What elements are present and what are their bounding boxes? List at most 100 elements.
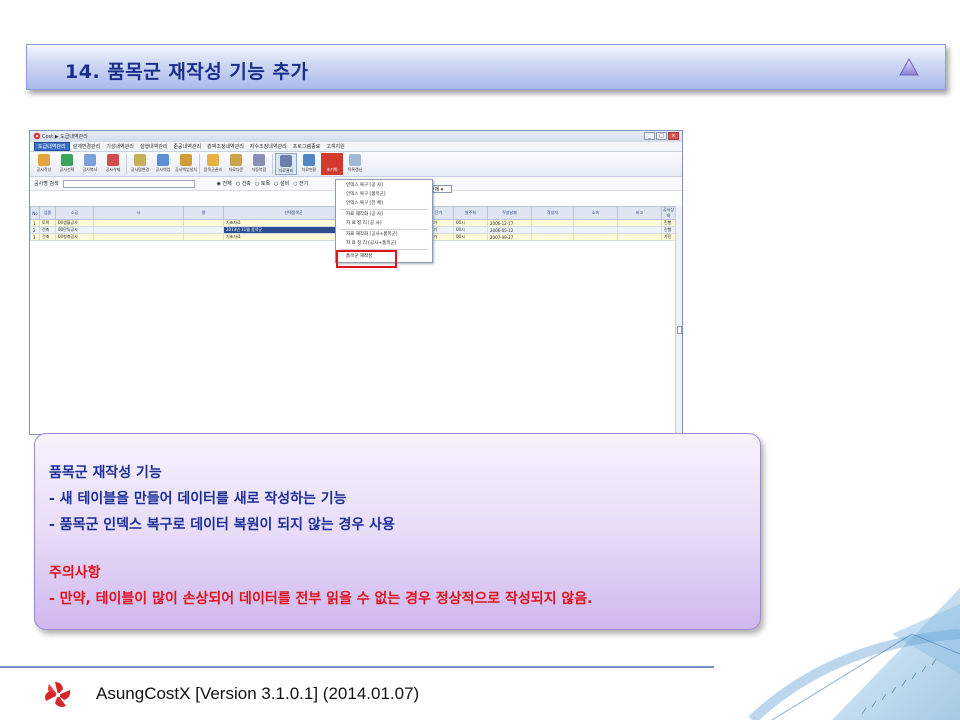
grid-header-11[interactable]: 소속 [573,206,618,220]
toolbar-button-10[interactable]: 자료관리 [275,153,297,175]
toolbar-button-6[interactable]: 공사백업설치 [175,153,197,175]
dropdown-item-0[interactable]: 인덱스 복구 [공 사] [346,182,383,188]
footer-divider [0,666,714,668]
cell-client: 00시 [453,219,488,227]
cell-empty [93,233,184,241]
toolbar-icon-11 [303,154,315,166]
menu-item-2[interactable]: 기성내역관리 [103,143,137,150]
toolbar-icon-2 [84,154,96,166]
grid-scrollbar[interactable] [675,206,682,434]
radio-2[interactable]: ○ 토목 [255,180,270,187]
toolbar-button-13[interactable]: 목록갱신 [344,153,366,175]
cell-date: 2007-09-27 [487,233,532,241]
cell-type: 토목 [39,219,56,227]
cell-empty [617,226,662,234]
toolbar-label-4: 공사명변경 [130,167,150,172]
toolbar-icon-12 [326,154,338,166]
cell-date: 2006-05-12 [487,226,532,234]
toolbar-button-3[interactable]: 공사삭제 [102,153,124,175]
toolbar-icon-5 [157,154,169,166]
dropdown-item-4[interactable]: 자 료 정 리 [공 사] [346,220,382,226]
toolbar-button-7[interactable]: 품목군관리 [202,153,224,175]
menu-item-8[interactable]: 고객지원 [323,143,347,150]
search-input[interactable] [62,179,195,188]
dropdown-item-2[interactable]: 인덱스 복구 [전 체] [346,200,383,206]
toolbar-icon-0 [38,154,50,166]
toolbar-label-5: 공사백업 [155,167,171,172]
footer-version-text: AsungCostX [Version 3.1.0.1] (2014.01.07… [96,684,420,703]
cell-empty [183,226,224,234]
caution-heading: 주의사항 [49,565,101,581]
radio-3[interactable]: ○ 설비 [274,180,289,187]
menu-item-1[interactable]: 설계변경관리 [70,143,104,150]
slide-title-bar: 14. 품목군 재작성 기능 추가 [26,44,946,90]
grid-header-13[interactable]: 공사상태 [661,206,676,220]
toolbar-label-7: 품목군관리 [203,167,223,172]
toolbar-button-9[interactable]: 자동복합 [248,153,270,175]
cell-empty [617,219,662,227]
toolbar-button-8[interactable]: 자료다운 [225,153,247,175]
note-line-2: - 품목군 인덱스 복구로 데이터 복원이 되지 않는 경우 사용 [49,517,395,533]
toolbar-label-6: 공사백업설치 [174,167,198,172]
toolbar-button-2[interactable]: 공사복사 [79,153,101,175]
grid-header-1[interactable]: 업종 [39,206,56,220]
menu-item-0[interactable]: 도급내역관리 [34,142,70,151]
triangle-up-icon[interactable] [899,58,919,76]
radio-4[interactable]: ○ 전기 [293,180,308,187]
cell-empty [573,219,618,227]
grid-header-12[interactable]: 비고 [617,206,662,220]
grid-header-8[interactable]: 발주처 [453,206,488,220]
dropdown-separator [340,209,428,210]
dropdown-item-5[interactable]: 자료 재작화 [공사+품목군] [346,231,398,237]
menu-bar: 도급내역관리 설계변경관리 기성내역관리 실행내역관리 준공내역관리 총액조정내역관리 자수… [30,142,682,152]
grid-header-2[interactable]: 소공 [55,206,94,220]
menu-item-5[interactable]: 총액조정내역관리 [204,143,247,150]
dropdown-item-1[interactable]: 인덱스 복구 [품목군] [346,191,386,197]
toolbar-label-10: 자료관리 [278,168,294,173]
toolbar-label-2: 공사복사 [82,167,98,172]
toolbar-icon-8 [230,154,242,166]
minimize-button[interactable]: _ [644,132,655,140]
toolbar-button-0[interactable]: 공사작성 [33,153,55,175]
dropdown-item-3[interactable]: 자료 재작화 [공 사] [346,211,383,217]
toolbar-button-1[interactable]: 공사선택 [56,153,78,175]
radio-1[interactable]: ○ 건축 [236,180,251,187]
menu-item-3[interactable]: 실행내역관리 [137,143,171,150]
search-label: 공사명 검색 [34,181,59,187]
toolbar-button-4[interactable]: 공사명변경 [129,153,151,175]
cell-client: 00시 [453,226,488,234]
grid-header-3[interactable]: 사 [93,206,184,220]
dropdown-item-6[interactable]: 자 료 정 리 [공사+품목군] [346,240,396,246]
grid-header-0[interactable]: No [30,206,40,220]
slide-title: 14. 품목군 재작성 기능 추가 [65,61,309,83]
cell-status: 가진 [661,233,676,241]
menu-item-7[interactable]: 프로그램종료 [290,143,324,150]
grid-header-10[interactable]: 작성자 [531,206,574,220]
cell-no: 3 [30,233,40,241]
toolbar-icon-3 [107,154,119,166]
maximize-button[interactable]: □ [656,132,667,140]
drafting-tools-decoration [748,588,960,720]
toolbar-icon-10 [280,155,292,167]
toolbar-icon-6 [180,154,192,166]
radio-0[interactable]: ◉ 전체 [217,180,232,187]
toolbar-button-11[interactable]: 자료변환 [298,153,320,175]
toolbar-button-12[interactable]: 초기화 [321,153,343,175]
toolbar-button-5[interactable]: 공사백업 [152,153,174,175]
grid-header-4[interactable]: 명 [183,206,224,220]
cell-empty [573,233,618,241]
cell-empty [531,219,574,227]
description-box: 품목군 재작성 기능 - 새 테이블을 만들어 데이터를 새로 작성하는 기능 … [34,433,761,630]
toolbar-icon-9 [253,154,265,166]
cell-no: 1 [30,219,40,227]
cell-date: 2006-12-17 [487,219,532,227]
cell-no: 2 [30,226,40,234]
dropdown-separator [340,229,428,230]
toolbar-label-13: 목록갱신 [347,167,363,172]
caution-line: - 만약, 테이블이 많이 손상되어 데이터를 전부 읽을 수 없는 경우 정상… [49,591,593,607]
menu-item-6[interactable]: 자수조정내역관리 [247,143,290,150]
grid-header-9[interactable]: 작성날짜 [487,206,532,220]
menu-item-4[interactable]: 준공내역관리 [170,143,204,150]
close-button[interactable]: × [668,132,679,140]
cell-empty [573,226,618,234]
